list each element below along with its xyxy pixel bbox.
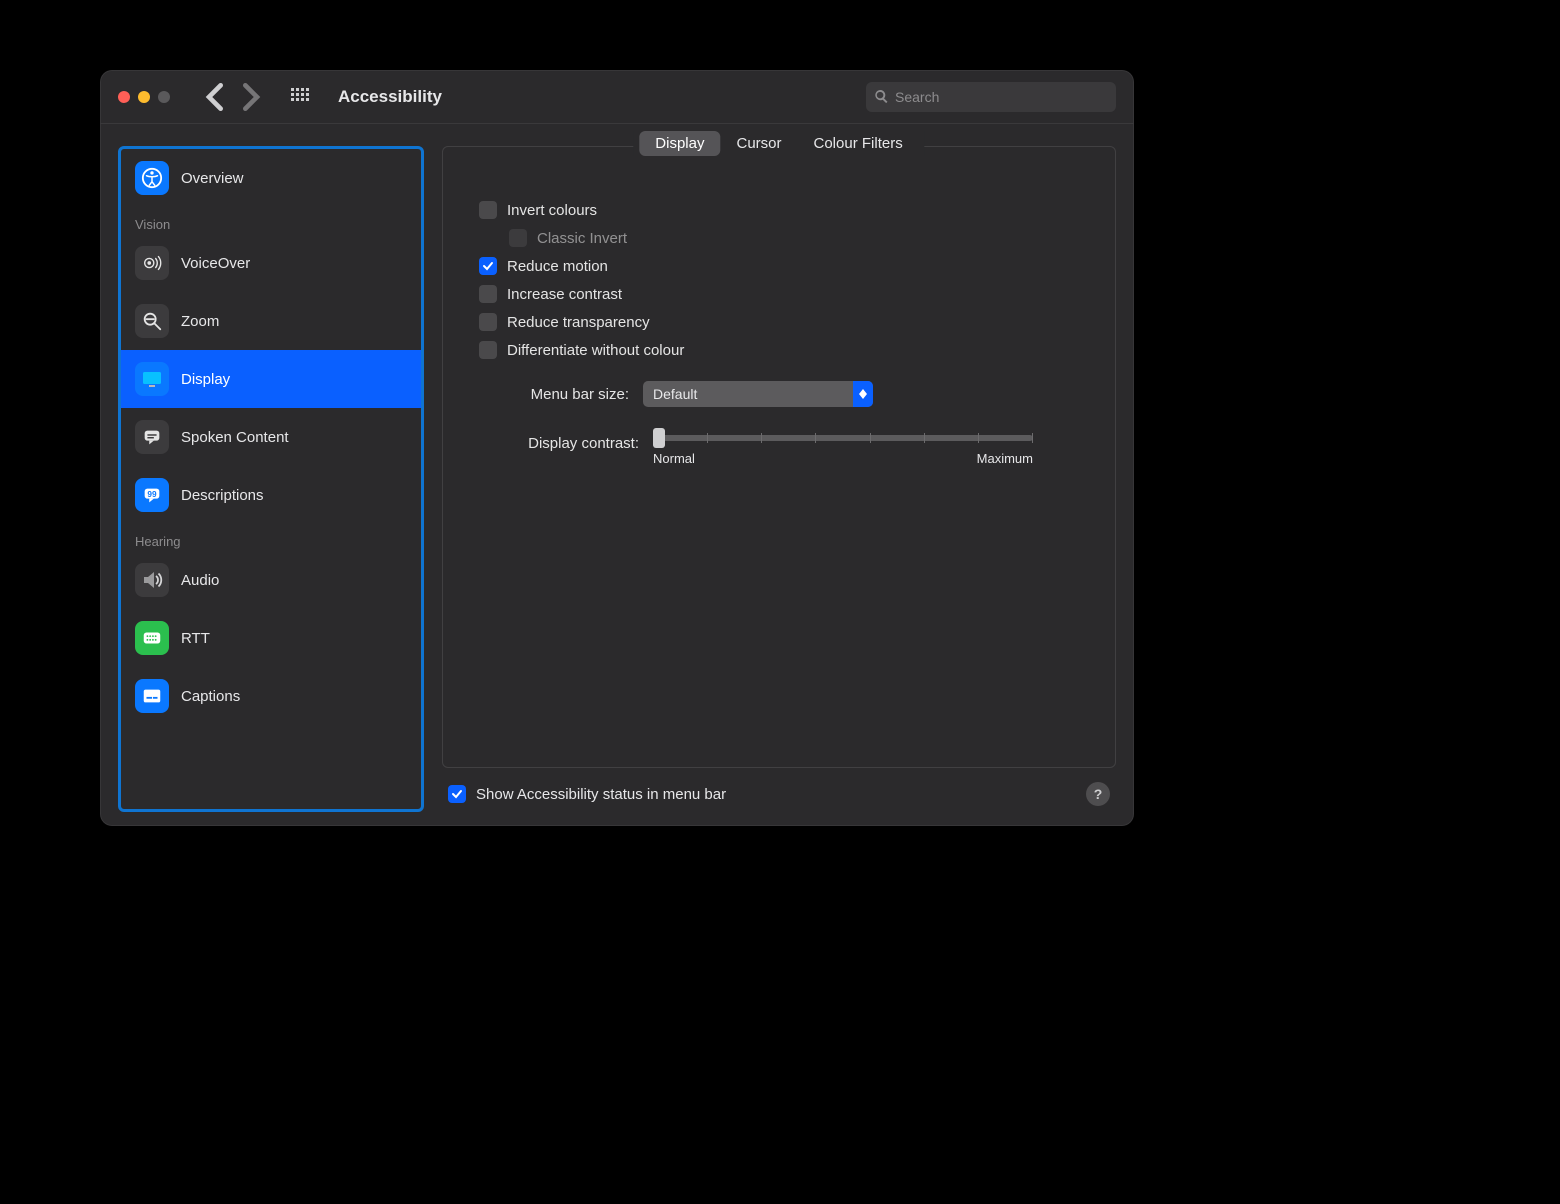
menu-bar-size-select[interactable]: Default [643, 381, 873, 407]
sidebar-item-audio[interactable]: Audio [121, 551, 421, 609]
reduce-transparency-checkbox[interactable] [479, 313, 497, 331]
sidebar-item-captions[interactable]: Captions [121, 667, 421, 725]
sidebar-item-label: Spoken Content [181, 429, 289, 446]
main-content: DisplayCursorColour Filters Invert colou… [442, 146, 1116, 812]
spoken-icon [135, 420, 169, 454]
descriptions-icon: 99 [135, 478, 169, 512]
captions-icon [135, 679, 169, 713]
chevron-updown-icon [853, 381, 873, 407]
reduce-motion-label: Reduce motion [507, 258, 608, 275]
sidebar-item-voiceover[interactable]: VoiceOver [121, 234, 421, 292]
sidebar-section-label: Hearing [121, 524, 421, 551]
sidebar-item-spoken[interactable]: Spoken Content [121, 408, 421, 466]
show-status-checkbox[interactable] [448, 785, 466, 803]
sidebar-section-label: Vision [121, 207, 421, 234]
audio-icon [135, 563, 169, 597]
sidebar: Overview Vision VoiceOver Zoom Display Spoken… [118, 146, 424, 812]
reduce-motion-checkbox[interactable] [479, 257, 497, 275]
tab-cursor[interactable]: Cursor [720, 131, 797, 156]
sidebar-item-overview[interactable]: Overview [121, 149, 421, 207]
show-status-label: Show Accessibility status in menu bar [476, 786, 726, 803]
sidebar-item-label: RTT [181, 630, 210, 647]
sidebar-item-zoom[interactable]: Zoom [121, 292, 421, 350]
increase-contrast-label: Increase contrast [507, 286, 622, 303]
slider-min-label: Normal [653, 451, 695, 466]
tab-display[interactable]: Display [639, 131, 720, 156]
slider-thumb[interactable] [653, 428, 665, 448]
minimize-icon[interactable] [138, 91, 150, 103]
zoom-window-icon [158, 91, 170, 103]
show-all-button[interactable] [288, 85, 312, 109]
tab-colour-filters[interactable]: Colour Filters [798, 131, 919, 156]
menu-bar-size-value: Default [653, 386, 697, 402]
diff-without-colour-checkbox[interactable] [479, 341, 497, 359]
nav-arrows [202, 83, 264, 111]
reduce-transparency-label: Reduce transparency [507, 314, 650, 331]
display-icon [135, 362, 169, 396]
titlebar: Accessibility [100, 70, 1134, 124]
sidebar-item-label: Descriptions [181, 487, 264, 504]
svg-text:99: 99 [147, 490, 157, 499]
rtt-icon [135, 621, 169, 655]
increase-contrast-checkbox[interactable] [479, 285, 497, 303]
sidebar-item-label: Audio [181, 572, 219, 589]
accessibility-icon [135, 161, 169, 195]
sidebar-item-descriptions[interactable]: 99 Descriptions [121, 466, 421, 524]
accessibility-window: Accessibility Overview Vision VoiceOver Zoo… [100, 70, 1134, 826]
search-icon [874, 89, 889, 104]
search-field[interactable] [866, 82, 1116, 112]
invert-colours-checkbox[interactable] [479, 201, 497, 219]
zoom-icon [135, 304, 169, 338]
sidebar-item-label: VoiceOver [181, 255, 250, 272]
slider-max-label: Maximum [977, 451, 1033, 466]
menu-bar-size-label: Menu bar size: [479, 386, 629, 403]
window-controls [118, 91, 170, 103]
back-button[interactable] [202, 83, 230, 111]
diff-without-colour-label: Differentiate without colour [507, 342, 684, 359]
tab-group: DisplayCursorColour Filters [633, 131, 924, 156]
sidebar-item-label: Overview [181, 170, 244, 187]
invert-colours-label: Invert colours [507, 202, 597, 219]
search-input[interactable] [895, 89, 1108, 105]
window-title: Accessibility [338, 87, 442, 107]
forward-button [236, 83, 264, 111]
display-contrast-label: Display contrast: [479, 435, 639, 452]
sidebar-item-label: Captions [181, 688, 240, 705]
sidebar-item-label: Zoom [181, 313, 219, 330]
help-button[interactable]: ? [1086, 782, 1110, 806]
close-icon[interactable] [118, 91, 130, 103]
classic-invert-checkbox [509, 229, 527, 247]
sidebar-item-label: Display [181, 371, 230, 388]
sidebar-item-display[interactable]: Display [121, 350, 421, 408]
classic-invert-label: Classic Invert [537, 230, 627, 247]
voiceover-icon [135, 246, 169, 280]
sidebar-item-rtt[interactable]: RTT [121, 609, 421, 667]
display-contrast-slider[interactable] [653, 435, 1033, 441]
